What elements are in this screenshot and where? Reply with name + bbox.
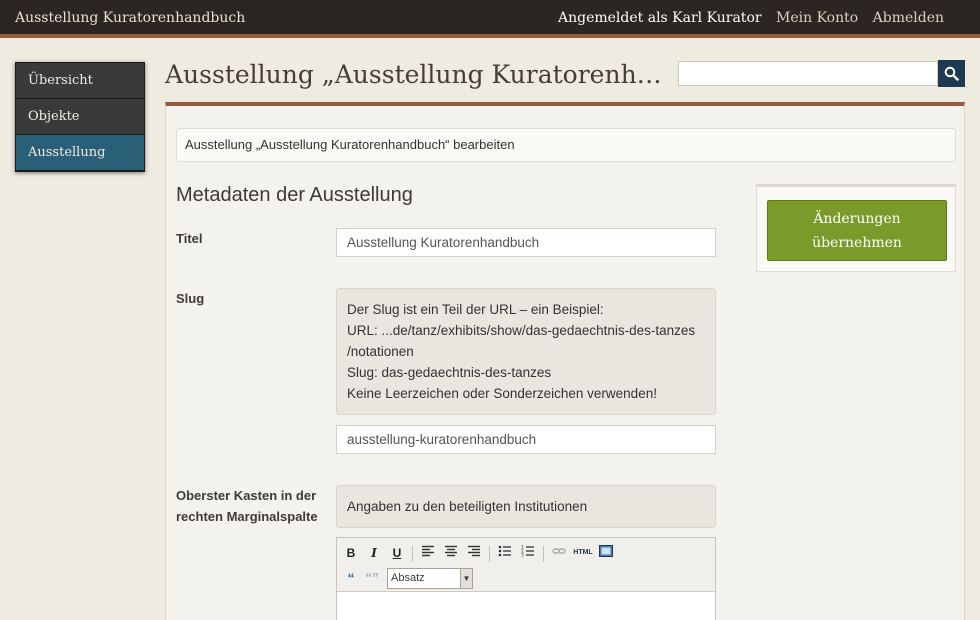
- svg-text:3: 3: [521, 553, 524, 558]
- rich-text-editor[interactable]: B I U 123 HTML “ “” Absatz ▼: [336, 537, 716, 620]
- save-changes-button[interactable]: Änderungen übernehmen: [767, 200, 947, 261]
- page-subtitle: Ausstellung „Ausstellung Kuratorenhandbu…: [176, 128, 956, 162]
- logged-in-user: Angemeldet als Karl Kurator: [557, 10, 762, 26]
- top-box-label: Oberster Kasten in der rechten Marginals…: [176, 488, 318, 524]
- search-button[interactable]: [938, 60, 965, 87]
- save-panel: Änderungen übernehmen: [756, 184, 956, 272]
- top-nav: Angemeldet als Karl Kurator Mein Konto A…: [548, 10, 944, 26]
- my-account-link[interactable]: Mein Konto: [776, 10, 858, 26]
- logout-link[interactable]: Abmelden: [873, 10, 944, 26]
- slug-explanation-line: Slug: das-gedaechtnis-des-tanzes: [347, 365, 552, 380]
- numbered-list-icon[interactable]: 123: [519, 544, 537, 562]
- page-title: Ausstellung „Ausstellung Kuratorenh…: [165, 60, 662, 89]
- align-center-icon[interactable]: [442, 544, 460, 562]
- align-left-icon[interactable]: [419, 544, 437, 562]
- slug-explanation-line: /notationen: [347, 344, 414, 359]
- fullscreen-icon[interactable]: [597, 544, 615, 562]
- sidebar-item-exhibit[interactable]: Ausstellung: [16, 135, 144, 171]
- editor-toolbar: B I U 123 HTML “ “” Absatz ▼: [337, 538, 715, 592]
- bullet-list-icon[interactable]: [496, 544, 514, 562]
- bold-icon[interactable]: B: [342, 544, 360, 562]
- remove-blockquote-icon[interactable]: “”: [363, 569, 381, 587]
- search-icon: [944, 66, 959, 81]
- link-icon[interactable]: [550, 544, 568, 562]
- slug-field[interactable]: ausstellung-kuratorenhandbuch: [336, 425, 716, 454]
- chevron-down-icon: ▼: [460, 569, 472, 588]
- underline-icon[interactable]: U: [388, 544, 406, 562]
- title-label: Titel: [176, 231, 203, 246]
- site-title[interactable]: Ausstellung Kuratorenhandbuch: [15, 10, 245, 26]
- format-select-value: Absatz: [391, 572, 425, 584]
- top-box-explanation: Angaben zu den beteiligten Institutionen: [336, 485, 716, 528]
- sidebar: Übersicht Objekte Ausstellung: [15, 62, 145, 172]
- html-icon[interactable]: HTML: [571, 544, 595, 562]
- search-input[interactable]: [678, 61, 938, 86]
- toolbar-separator: [543, 546, 544, 562]
- format-select[interactable]: Absatz ▼: [387, 568, 473, 589]
- toolbar-separator: [489, 546, 490, 562]
- sidebar-item-items[interactable]: Objekte: [16, 99, 144, 135]
- sidebar-item-overview[interactable]: Übersicht: [16, 63, 144, 99]
- italic-icon[interactable]: I: [365, 544, 383, 562]
- title-field[interactable]: Ausstellung Kuratorenhandbuch: [336, 228, 716, 257]
- slug-explanation-line: Der Slug ist ein Teil der URL – ein Beis…: [347, 302, 604, 317]
- slug-label: Slug: [176, 291, 205, 306]
- slug-explanation: Der Slug ist ein Teil der URL – ein Beis…: [336, 288, 716, 415]
- slug-explanation-line: Keine Leerzeichen oder Sonderzeichen ver…: [347, 386, 657, 401]
- top-bar: Ausstellung Kuratorenhandbuch Angemeldet…: [0, 0, 980, 38]
- toolbar-separator: [412, 546, 413, 562]
- blockquote-icon[interactable]: “: [342, 569, 360, 587]
- main-panel: Ausstellung „Ausstellung Kuratorenhandbu…: [165, 102, 965, 620]
- section-title: Metadaten der Ausstellung: [176, 184, 413, 206]
- align-right-icon[interactable]: [465, 544, 483, 562]
- slug-explanation-line: URL: ...de/tanz/exhibits/show/das-gedaec…: [347, 323, 696, 338]
